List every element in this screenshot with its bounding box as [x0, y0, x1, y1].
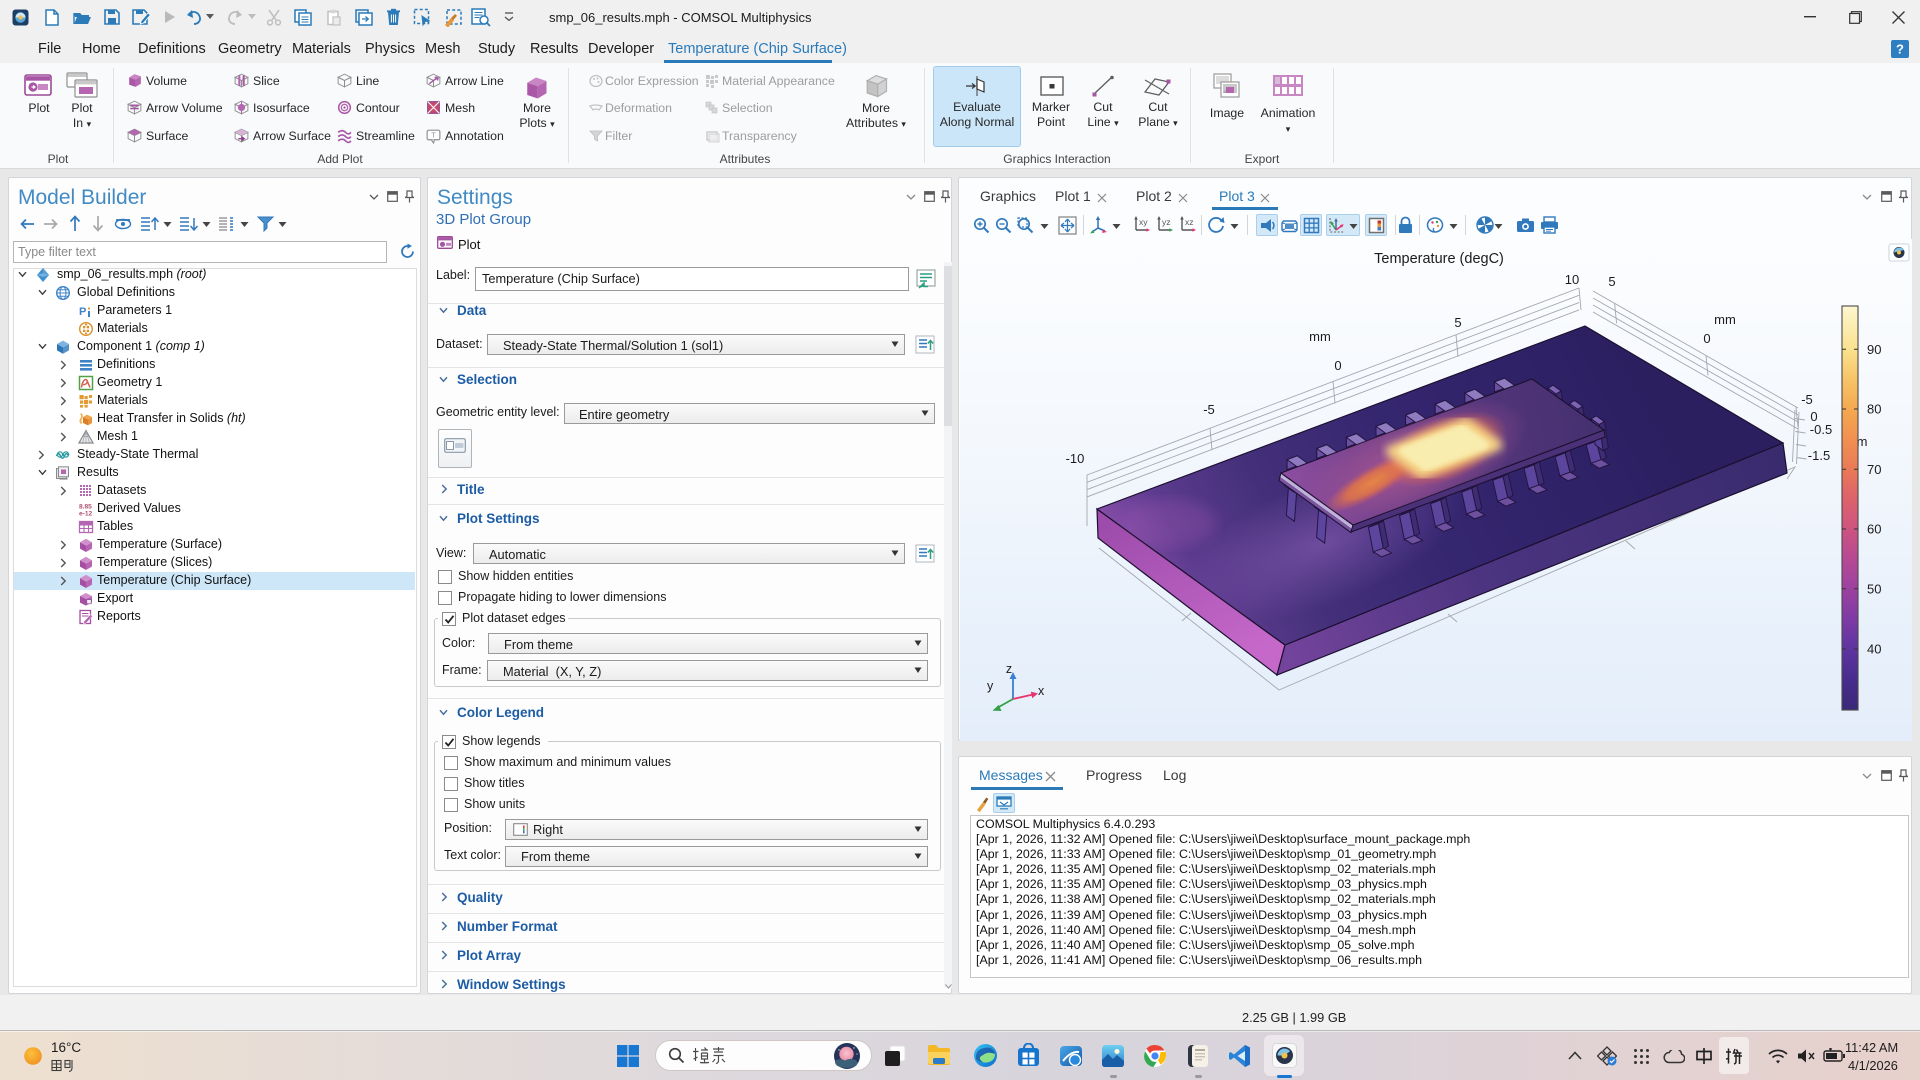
svg-text:x: x	[1038, 684, 1045, 698]
svg-text:xy: xy	[1139, 217, 1148, 227]
svg-text:40: 40	[1867, 642, 1881, 657]
svg-text:0: 0	[1334, 358, 1341, 373]
svg-text:50: 50	[1867, 581, 1881, 596]
svg-text:-10: -10	[1066, 451, 1085, 466]
svg-text:5: 5	[1454, 315, 1461, 330]
svg-text:e-12: e-12	[79, 510, 93, 517]
svg-text:mm: mm	[1714, 312, 1736, 327]
svg-text:mm: mm	[1309, 329, 1331, 344]
svg-text:y: y	[987, 679, 994, 693]
svg-text:yz: yz	[1162, 217, 1171, 227]
svg-text:P: P	[79, 306, 86, 318]
svg-text:60: 60	[1867, 522, 1881, 537]
svg-text:5: 5	[1608, 274, 1615, 289]
svg-text:0: 0	[1703, 331, 1710, 346]
svg-text:8.85: 8.85	[79, 503, 92, 510]
svg-text:xz: xz	[1185, 217, 1194, 227]
svg-text:Temperature (degC): Temperature (degC)	[1374, 251, 1504, 267]
svg-text:70: 70	[1867, 462, 1881, 477]
svg-text:-0.5: -0.5	[1810, 422, 1832, 437]
svg-text:z: z	[1006, 662, 1012, 676]
svg-text:10: 10	[1565, 272, 1579, 287]
svg-text:80: 80	[1867, 402, 1881, 417]
svg-text:?: ?	[1896, 42, 1904, 57]
svg-text:-5: -5	[1203, 402, 1215, 417]
svg-text:T: T	[431, 131, 436, 140]
svg-text:-5: -5	[1801, 392, 1813, 407]
svg-text:90: 90	[1867, 342, 1881, 357]
svg-text:-1.5: -1.5	[1808, 448, 1830, 463]
